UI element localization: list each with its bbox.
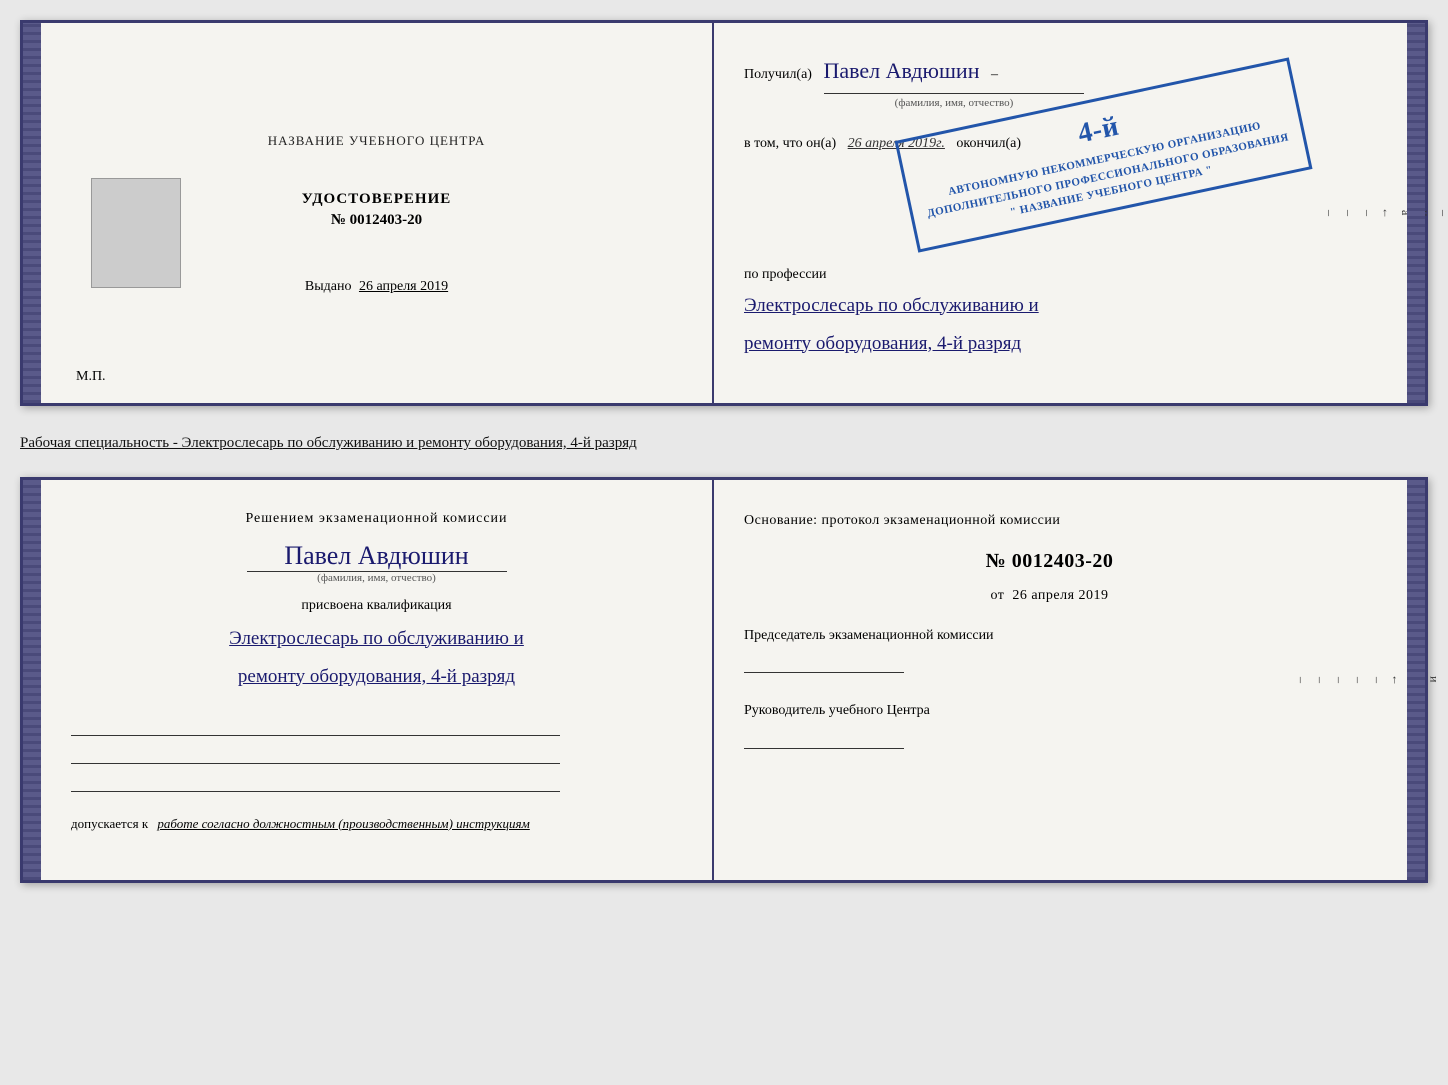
top-left-page: НАЗВАНИЕ УЧЕБНОГО ЦЕНТРА УДОСТОВЕРЕНИЕ №… xyxy=(41,23,714,403)
dopuskaetsya-text: работе согласно должностным (производств… xyxy=(157,816,529,831)
predsedatel-sig-line xyxy=(744,653,904,673)
profession-line1: Электрослесарь по обслуживанию и xyxy=(744,287,1355,325)
udostoverenie-title: УДОСТОВЕРЕНИЕ xyxy=(302,191,452,208)
vtom-label: в том, что он(а) xyxy=(744,136,836,151)
bottom-number: № 0012403-20 xyxy=(744,543,1355,579)
po-professii: по профессии xyxy=(744,267,1355,283)
dopuskaetsya-block: допускается к работе согласно должностны… xyxy=(71,816,682,832)
ot-label: от xyxy=(990,588,1004,603)
dash: – xyxy=(991,67,998,82)
top-document-spread: НАЗВАНИЕ УЧЕБНОГО ЦЕНТРА УДОСТОВЕРЕНИЕ №… xyxy=(20,20,1428,406)
vydano-date: 26 апреля 2019 xyxy=(359,279,448,294)
udostoverenie-block: УДОСТОВЕРЕНИЕ № 0012403-20 xyxy=(302,191,452,229)
bottom-recipient-name: Павел Авдюшин xyxy=(284,541,468,570)
poluchil-label: Получил(а) xyxy=(744,67,812,82)
bottom-document-spread: Решением экзаменационной комиссии Павел … xyxy=(20,477,1428,883)
predsedatel-label: Председатель экзаменационной комиссии xyxy=(744,626,1355,646)
page-wrapper: НАЗВАНИЕ УЧЕБНОГО ЦЕНТРА УДОСТОВЕРЕНИЕ №… xyxy=(20,20,1428,883)
kvali-block: присвоена квалификация Электрослесарь по… xyxy=(71,598,682,696)
bottom-right-spine-chars: –––иа←––––– xyxy=(1385,480,1407,880)
prisvoena-label: присвоена квалификация xyxy=(71,598,682,614)
profession-block: по профессии Электрослесарь по обслужива… xyxy=(744,267,1355,363)
bottom-ot-date: от 26 апреля 2019 xyxy=(744,583,1355,608)
signature-lines xyxy=(71,716,682,792)
spine-right xyxy=(1407,23,1425,403)
sig-line-3 xyxy=(71,772,560,792)
top-right-page: Получил(а) Павел Авдюшин – (фамилия, имя… xyxy=(714,23,1385,403)
rukovoditel-block: Руководитель учебного Центра xyxy=(744,701,1355,749)
recipient-name: Павел Авдюшин xyxy=(823,58,979,83)
sig-line-1 xyxy=(71,716,560,736)
profession-line2: ремонту оборудования, 4-й разряд xyxy=(744,325,1355,363)
bottom-spine-right xyxy=(1407,480,1425,880)
spine-left xyxy=(23,23,41,403)
komissia-title: Решением экзаменационной комиссии xyxy=(71,508,682,529)
bottom-profession-line1: Электрослесарь по обслуживанию и xyxy=(71,620,682,658)
right-spine-chars: ––иа←––– xyxy=(1385,23,1407,403)
vydano-line: Выдано 26 апреля 2019 xyxy=(305,279,448,295)
bottom-fio-label: (фамилия, имя, отчество) xyxy=(247,571,507,584)
bottom-right-page: Основание: протокол экзаменационной коми… xyxy=(714,480,1385,880)
bottom-profession-line2: ремонту оборудования, 4-й разряд xyxy=(71,658,682,696)
osnovanie-label: Основание: протокол экзаменационной коми… xyxy=(744,513,1060,528)
bottom-left-page: Решением экзаменационной комиссии Павел … xyxy=(41,480,714,880)
bottom-name-block: Павел Авдюшин (фамилия, имя, отчество) xyxy=(71,541,682,584)
predsedatel-block: Председатель экзаменационной комиссии xyxy=(744,626,1355,674)
separator-text: Рабочая специальность - Электрослесарь п… xyxy=(20,424,1428,459)
rukovoditel-label: Руководитель учебного Центра xyxy=(744,701,1355,721)
center-title: НАЗВАНИЕ УЧЕБНОГО ЦЕНТРА xyxy=(268,131,485,151)
osnovanie-block: Основание: протокол экзаменационной коми… xyxy=(744,508,1355,608)
mp-label: М.П. xyxy=(76,369,106,385)
dopuskaetsya-label: допускается к xyxy=(71,816,148,831)
ot-date: 26 апреля 2019 xyxy=(1012,588,1108,603)
photo-placeholder xyxy=(91,178,181,288)
vydano-label: Выдано xyxy=(305,279,352,294)
rukovoditel-sig-line xyxy=(744,729,904,749)
sig-line-2 xyxy=(71,744,560,764)
bottom-spine-left xyxy=(23,480,41,880)
udostoverenie-number: № 0012403-20 xyxy=(302,212,452,229)
